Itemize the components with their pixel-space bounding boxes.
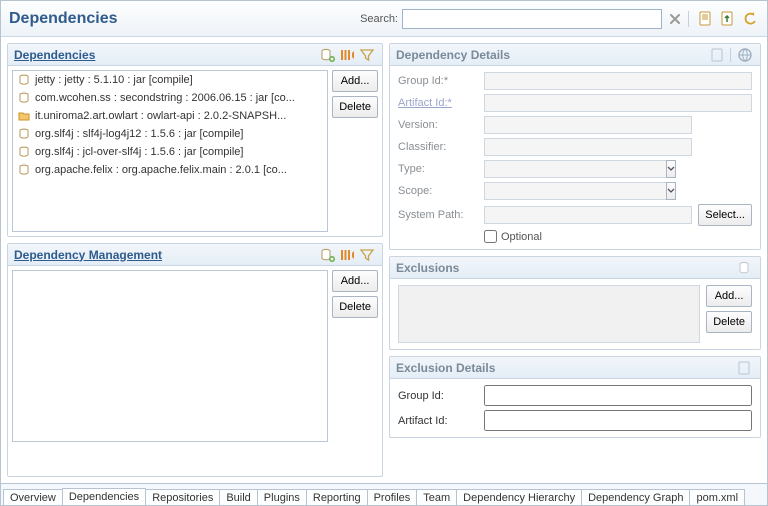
version-field[interactable] [484, 116, 692, 134]
jar-icon [17, 91, 31, 105]
search-label: Search: [360, 13, 398, 25]
list-item[interactable]: org.apache.felix : org.apache.felix.main… [13, 161, 327, 179]
exclusion-details-section: Exclusion Details Group Id: Artifact Id: [389, 356, 761, 438]
tab-profiles[interactable]: Profiles [367, 489, 418, 505]
editor-tabs: OverviewDependenciesRepositoriesBuildPlu… [1, 483, 767, 505]
list-item[interactable]: com.wcohen.ss : secondstring : 2006.06.1… [13, 89, 327, 107]
dependencies-title[interactable]: Dependencies [14, 48, 95, 62]
label-excl-artifact-id: Artifact Id: [398, 415, 478, 427]
open-pom-icon[interactable] [709, 46, 727, 64]
dependencies-list[interactable]: jetty : jetty : 5.1.10 : jar [compile] c… [12, 70, 328, 232]
label-excl-group-id: Group Id: [398, 390, 478, 402]
excl-group-id-field[interactable] [484, 385, 752, 406]
add-jar-icon[interactable] [318, 46, 336, 64]
tab-repositories[interactable]: Repositories [145, 489, 220, 505]
page-title: Dependencies [9, 10, 117, 28]
clear-search-icon[interactable] [666, 10, 684, 28]
filter-icon[interactable] [358, 246, 376, 264]
mgmt-add-button[interactable]: Add... [332, 270, 378, 292]
open-parent-pom-icon[interactable] [719, 10, 737, 28]
tab-dependencies[interactable]: Dependencies [62, 488, 146, 505]
list-item[interactable]: jetty : jetty : 5.1.10 : jar [compile] [13, 71, 327, 89]
jar-icon [17, 145, 31, 159]
list-item[interactable]: org.slf4j : slf4j-log4j12 : 1.5.6 : jar … [13, 125, 327, 143]
dep-mgmt-list[interactable] [12, 270, 328, 442]
tab-overview[interactable]: Overview [3, 489, 63, 505]
scope-combo[interactable] [484, 182, 644, 200]
sort-icon[interactable] [338, 46, 356, 64]
dependency-management-section: Dependency Management Add... [7, 243, 383, 477]
list-item[interactable]: it.uniroma2.art.owlart : owlart-api : 2.… [13, 107, 327, 125]
label-group-id: Group Id: [398, 75, 478, 87]
list-item[interactable]: org.slf4j : jcl-over-slf4j : 1.5.6 : jar… [13, 143, 327, 161]
label-scope: Scope: [398, 185, 478, 197]
tab-build[interactable]: Build [219, 489, 257, 505]
tab-plugins[interactable]: Plugins [257, 489, 307, 505]
label-classifier: Classifier: [398, 141, 478, 153]
tab-dependency-graph[interactable]: Dependency Graph [581, 489, 690, 505]
search-input[interactable] [402, 9, 662, 29]
tab-team[interactable]: Team [416, 489, 457, 505]
chevron-down-icon[interactable] [666, 160, 676, 178]
label-type: Type: [398, 163, 478, 175]
excl-artifact-id-field[interactable] [484, 410, 752, 431]
label-system-path: System Path: [398, 209, 478, 221]
group-id-field[interactable] [484, 72, 752, 90]
excl-details-title: Exclusion Details [396, 361, 495, 375]
open-pom-icon[interactable] [736, 359, 754, 377]
tab-reporting[interactable]: Reporting [306, 489, 368, 505]
sort-icon[interactable] [338, 246, 356, 264]
jar-icon [17, 127, 31, 141]
optional-checkbox[interactable] [484, 230, 497, 243]
system-path-field[interactable] [484, 206, 692, 224]
label-optional: Optional [501, 231, 542, 243]
refresh-icon[interactable] [741, 10, 759, 28]
dep-details-title: Dependency Details [396, 48, 510, 62]
exclusions-list[interactable] [398, 285, 700, 343]
artifact-id-field[interactable] [484, 94, 752, 112]
project-icon [17, 109, 31, 123]
filter-icon[interactable] [358, 46, 376, 64]
label-artifact-id[interactable]: Artifact Id: [398, 97, 478, 109]
jar-icon [17, 73, 31, 87]
open-web-icon[interactable] [736, 46, 754, 64]
dependency-details-section: Dependency Details Group Id: Artifact Id… [389, 43, 761, 250]
label-version: Version: [398, 119, 478, 131]
tab-dependency-hierarchy[interactable]: Dependency Hierarchy [456, 489, 582, 505]
dep-mgmt-title[interactable]: Dependency Management [14, 248, 162, 262]
open-effective-pom-icon[interactable] [697, 10, 715, 28]
deps-delete-button[interactable]: Delete [332, 96, 378, 118]
select-path-button[interactable]: Select... [698, 204, 752, 226]
type-combo[interactable] [484, 160, 644, 178]
chevron-down-icon[interactable] [666, 182, 676, 200]
classifier-field[interactable] [484, 138, 692, 156]
excl-delete-button[interactable]: Delete [706, 311, 752, 333]
mgmt-delete-button[interactable]: Delete [332, 296, 378, 318]
add-jar-icon[interactable] [736, 259, 754, 277]
tab-pom-xml[interactable]: pom.xml [689, 489, 745, 505]
exclusions-title: Exclusions [396, 261, 459, 275]
exclusions-section: Exclusions Add... Delete [389, 256, 761, 350]
add-jar-icon[interactable] [318, 246, 336, 264]
dependencies-section: Dependencies jetty : jetty : 5.1.10 : ja… [7, 43, 383, 237]
excl-add-button[interactable]: Add... [706, 285, 752, 307]
deps-add-button[interactable]: Add... [332, 70, 378, 92]
jar-icon [17, 163, 31, 177]
